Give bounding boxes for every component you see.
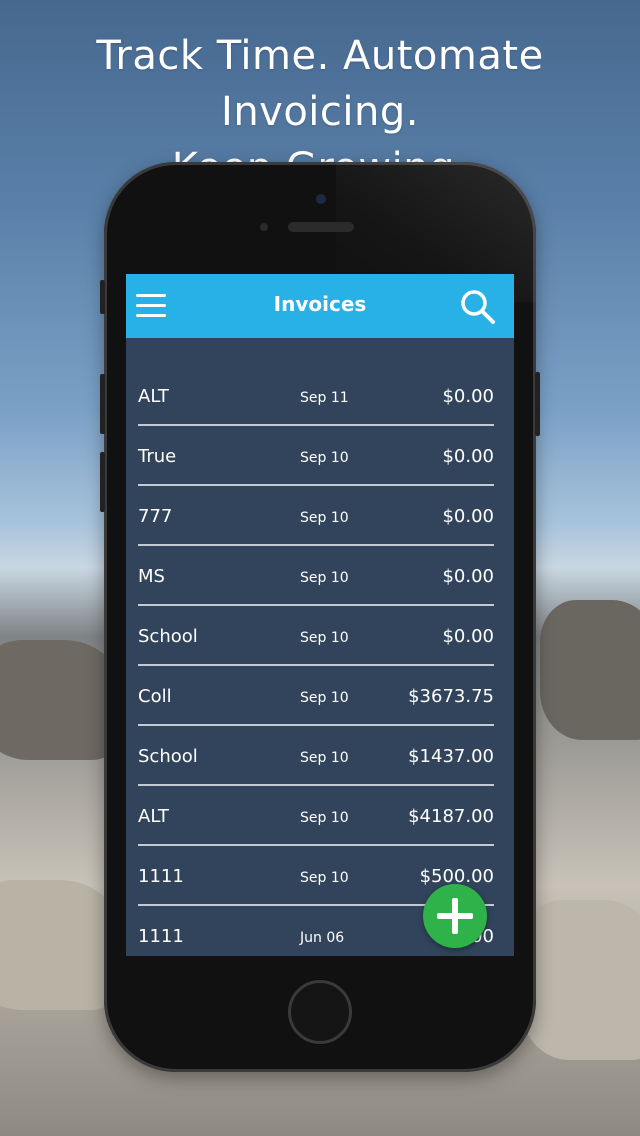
invoice-row[interactable]: Coll Sep 10 $3673.75 <box>138 666 494 726</box>
invoice-row[interactable]: True Sep 10 $0.00 <box>138 426 494 486</box>
add-invoice-button[interactable] <box>423 884 487 948</box>
plus-icon <box>437 913 473 919</box>
invoice-amount: $0.00 <box>442 506 494 527</box>
invoice-amount: $0.00 <box>442 626 494 647</box>
invoice-date: Sep 10 <box>300 750 349 766</box>
invoice-list: ALT Sep 11 $0.00 True Sep 10 $0.00 777 S… <box>126 366 514 956</box>
front-camera <box>316 194 326 204</box>
invoice-row[interactable]: 777 Sep 10 $0.00 <box>138 486 494 546</box>
top-nav-bar: Invoices <box>126 274 514 338</box>
phone-frame: Invoices ALT Sep 11 $0.00 True Sep 10 $0… <box>100 162 540 1072</box>
invoice-date: Sep 10 <box>300 630 349 646</box>
page-title: Invoices <box>273 292 367 316</box>
search-icon[interactable] <box>460 289 496 325</box>
invoice-client: 1111 <box>138 926 184 947</box>
invoice-client: ALT <box>138 386 169 407</box>
invoice-date: Sep 10 <box>300 870 349 886</box>
background-rock <box>0 640 120 760</box>
background-rock <box>520 900 640 1060</box>
invoice-client: ALT <box>138 806 169 827</box>
invoice-date: Jun 06 <box>300 930 345 946</box>
invoice-date: Sep 10 <box>300 690 349 706</box>
invoice-date: Sep 10 <box>300 510 349 526</box>
background-rock <box>540 600 640 740</box>
invoice-client: School <box>138 626 198 647</box>
power-button <box>535 372 540 436</box>
invoice-client: Coll <box>138 686 172 707</box>
invoice-amount: $3673.75 <box>408 686 494 707</box>
invoice-amount: $0.00 <box>442 386 494 407</box>
invoice-row[interactable]: ALT Sep 10 $4187.00 <box>138 786 494 846</box>
invoice-row[interactable]: ALT Sep 11 $0.00 <box>138 366 494 426</box>
background-rock <box>0 880 120 1010</box>
app-screen: Invoices ALT Sep 11 $0.00 True Sep 10 $0… <box>126 274 514 956</box>
invoice-date: Sep 11 <box>300 390 349 406</box>
volume-button <box>100 280 105 314</box>
invoice-amount: $4187.00 <box>408 806 494 827</box>
invoice-row[interactable]: MS Sep 10 $0.00 <box>138 546 494 606</box>
invoice-date: Sep 10 <box>300 810 349 826</box>
invoice-amount: $0.00 <box>442 446 494 467</box>
home-button[interactable] <box>288 980 352 1044</box>
invoice-row[interactable]: School Sep 10 $0.00 <box>138 606 494 666</box>
invoice-client: MS <box>138 566 165 587</box>
invoice-amount: $0.00 <box>442 566 494 587</box>
invoice-row[interactable]: School Sep 10 $1437.00 <box>138 726 494 786</box>
headline-line-1: Track Time. Automate Invoicing. <box>96 33 544 135</box>
invoice-client: True <box>138 446 177 467</box>
volume-button <box>100 374 105 434</box>
volume-button <box>100 452 105 512</box>
proximity-sensor <box>260 223 268 231</box>
invoice-client: 777 <box>138 506 173 527</box>
earpiece-speaker <box>288 222 354 232</box>
invoice-amount: $1437.00 <box>408 746 494 767</box>
invoice-date: Sep 10 <box>300 570 349 586</box>
invoice-client: School <box>138 746 198 767</box>
invoice-client: 1111 <box>138 866 184 887</box>
invoice-date: Sep 10 <box>300 450 349 466</box>
